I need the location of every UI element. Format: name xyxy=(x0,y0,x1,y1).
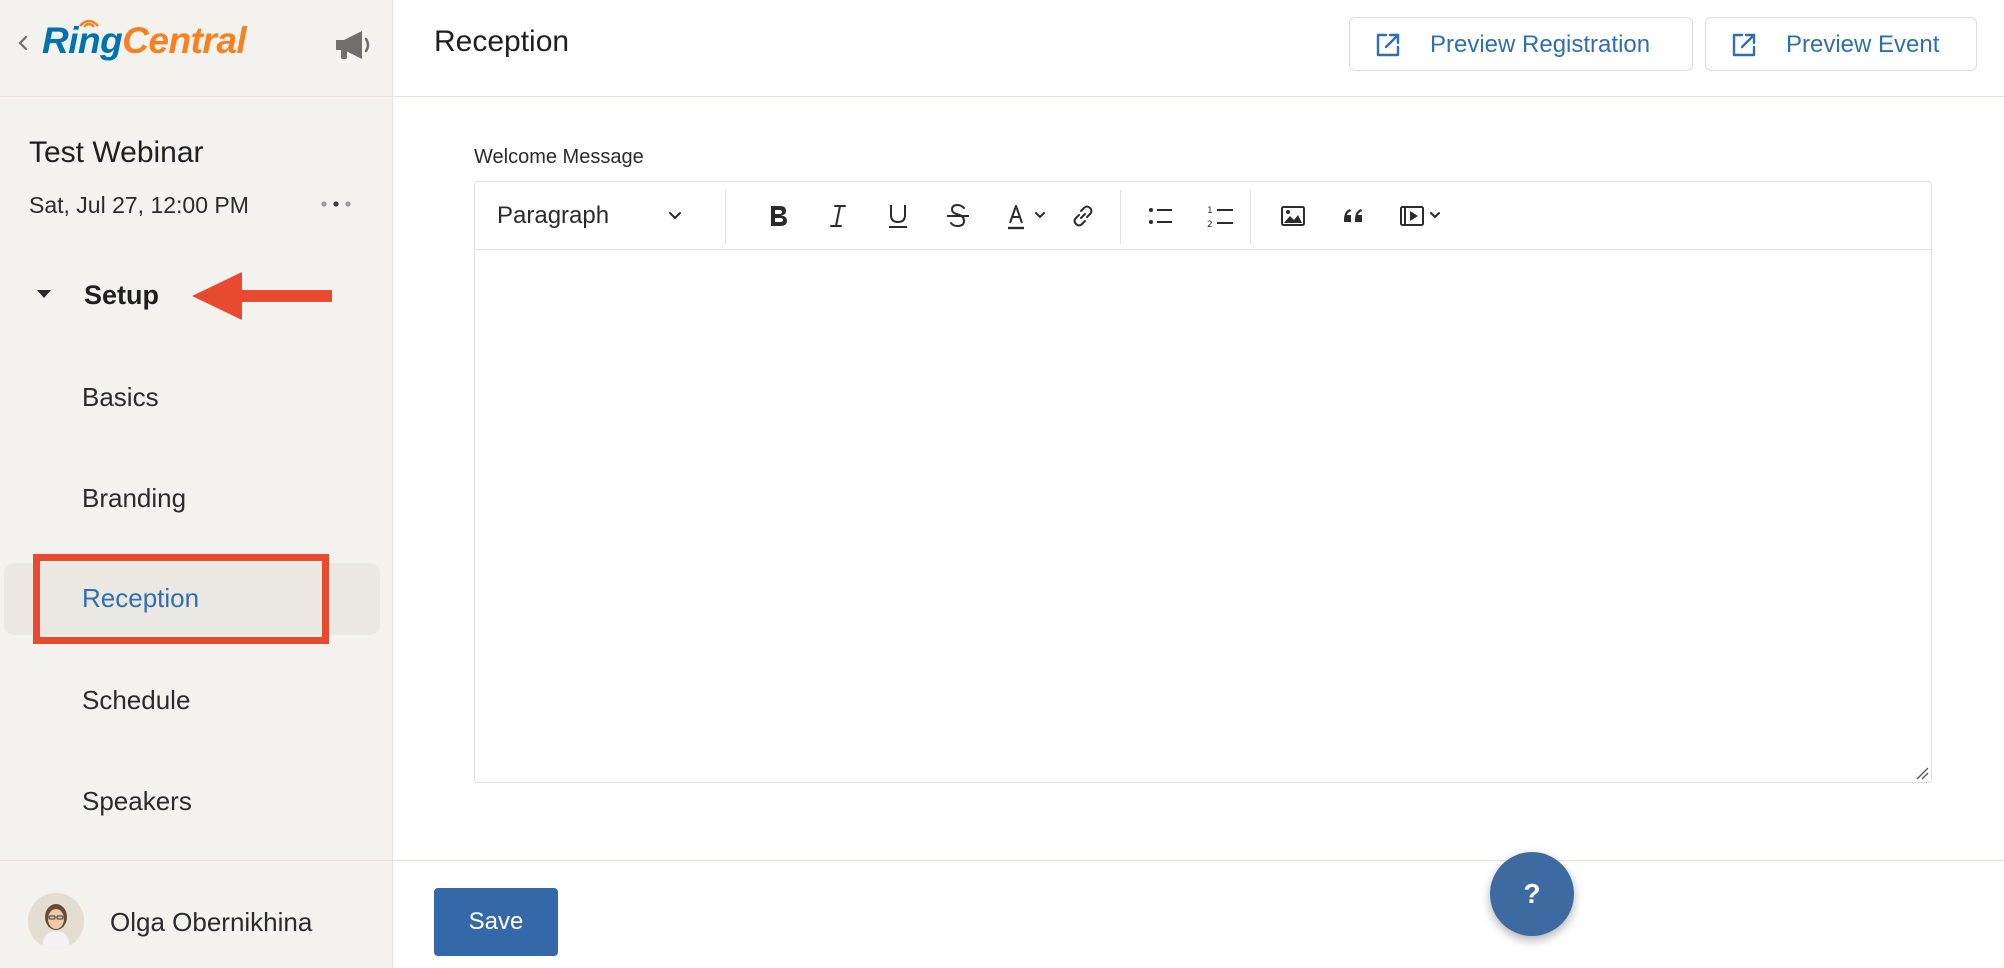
page-title: Reception xyxy=(434,25,570,58)
preview-registration-label: Preview Registration xyxy=(1430,31,1651,58)
chevron-down-icon xyxy=(669,212,681,219)
page-header: Reception Preview Registration Preview E… xyxy=(393,0,2004,97)
logo-waves-icon xyxy=(79,19,99,28)
block-format-select[interactable]: Paragraph xyxy=(495,198,695,234)
italic-button[interactable] xyxy=(820,198,856,234)
external-link-icon xyxy=(1732,33,1756,57)
sidebar-item-schedule[interactable]: Schedule xyxy=(4,665,380,737)
help-button[interactable]: ? xyxy=(1490,852,1574,936)
sidebar-item-speakers[interactable]: Speakers xyxy=(4,766,380,838)
sidebar: RingCentral Test Webinar Sat, Jul 27, 12… xyxy=(0,0,393,968)
bulleted-list-icon xyxy=(1149,208,1172,224)
avatar-image-icon xyxy=(28,893,84,949)
block-format-value: Paragraph xyxy=(497,202,610,229)
image-icon xyxy=(1281,206,1305,226)
sidebar-item-label: Branding xyxy=(82,483,187,513)
strikethrough-button[interactable] xyxy=(940,198,976,234)
welcome-message-editor[interactable]: Paragraph 1 2 xyxy=(474,181,1932,783)
user-profile[interactable]: Olga Obernikhina xyxy=(0,860,393,968)
bold-button[interactable] xyxy=(760,198,796,234)
underline-button[interactable] xyxy=(880,198,916,234)
sidebar-item-basics[interactable]: Basics xyxy=(4,362,380,434)
link-button[interactable] xyxy=(1065,198,1101,234)
blockquote-button[interactable] xyxy=(1335,198,1371,234)
bulleted-list-button[interactable] xyxy=(1143,198,1179,234)
svg-text:2: 2 xyxy=(1207,220,1213,230)
logo-central-text: Central xyxy=(122,20,247,61)
preview-event-button[interactable]: Preview Event xyxy=(1705,17,1977,71)
external-link-icon xyxy=(1376,33,1400,57)
more-horizontal-icon[interactable] xyxy=(318,196,354,212)
sidebar-item-label: Schedule xyxy=(82,685,191,715)
preview-registration-button[interactable]: Preview Registration xyxy=(1349,17,1693,71)
event-title: Test Webinar xyxy=(29,136,204,169)
insert-image-button[interactable] xyxy=(1275,198,1311,234)
preview-event-label: Preview Event xyxy=(1786,31,1940,58)
welcome-message-label: Welcome Message xyxy=(474,146,644,168)
toolbar-divider xyxy=(1120,190,1121,244)
editor-toolbar: Paragraph 1 2 xyxy=(475,182,1931,250)
svg-text:1: 1 xyxy=(1207,206,1213,216)
insert-media-button[interactable] xyxy=(1395,198,1451,234)
nav-section-label: Setup xyxy=(84,280,160,310)
sidebar-header: RingCentral xyxy=(0,0,393,97)
ringcentral-logo[interactable]: RingCentral xyxy=(42,20,247,62)
sidebar-item-branding[interactable]: Branding xyxy=(4,463,380,535)
event-date: Sat, Jul 27, 12:00 PM xyxy=(29,192,249,218)
media-icon xyxy=(1400,206,1440,226)
strikethrough-icon xyxy=(947,203,969,228)
caret-down-icon xyxy=(37,290,51,298)
italic-icon xyxy=(830,205,846,227)
underline-icon xyxy=(889,205,907,228)
numbered-list-button[interactable]: 1 2 xyxy=(1203,198,1239,234)
user-name: Olga Obernikhina xyxy=(110,907,313,937)
bold-icon xyxy=(771,206,787,226)
text-color-button[interactable] xyxy=(1000,198,1056,234)
sidebar-item-label: Basics xyxy=(82,382,159,412)
avatar[interactable] xyxy=(28,893,84,949)
toolbar-divider xyxy=(725,190,726,244)
chevron-left-icon[interactable] xyxy=(14,30,32,56)
save-button[interactable]: Save xyxy=(434,888,558,956)
annotation-highlight-box xyxy=(33,554,329,644)
quote-icon xyxy=(1344,209,1362,222)
page-footer: Save xyxy=(393,860,2004,968)
editor-content-area[interactable] xyxy=(475,250,1931,782)
annotation-arrow-icon xyxy=(192,272,332,320)
link-icon xyxy=(1073,205,1093,227)
resize-handle-icon[interactable] xyxy=(1915,766,1929,780)
toolbar-divider xyxy=(1250,190,1251,244)
text-color-icon xyxy=(1008,205,1045,230)
main-content: Reception Preview Registration Preview E… xyxy=(393,0,2004,968)
numbered-list-icon: 1 2 xyxy=(1207,206,1233,230)
megaphone-icon[interactable] xyxy=(332,27,374,63)
sidebar-item-label: Speakers xyxy=(82,786,192,816)
